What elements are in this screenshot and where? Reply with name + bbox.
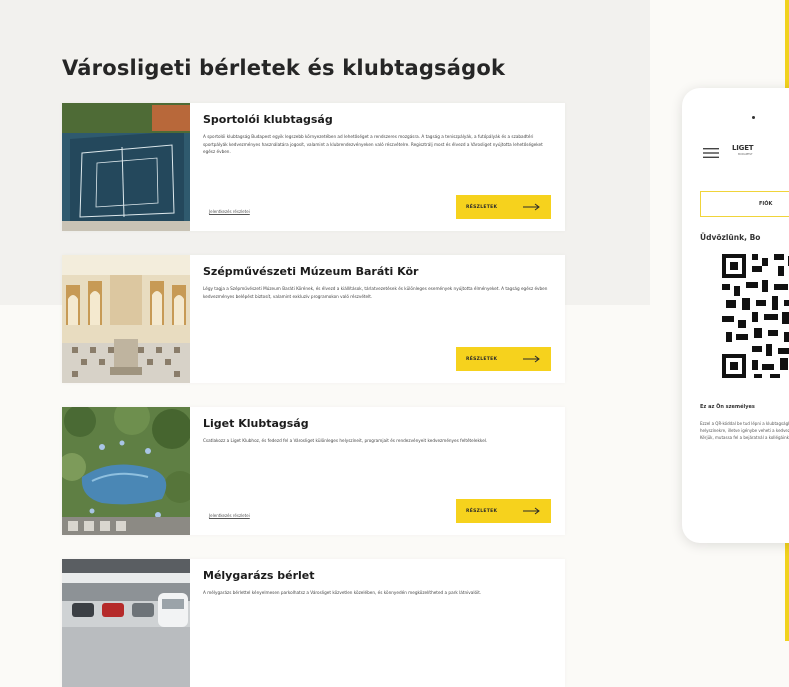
- qr-caption: Ez az Ön személyes: [700, 404, 755, 410]
- card-meta-link[interactable]: Jelentkezés részletei: [209, 513, 250, 518]
- card-title: Mélygarázs bérlet: [203, 569, 315, 582]
- card-title: Szépművészeti Múzeum Baráti Kör: [203, 265, 419, 278]
- card-description: Légy tagja a Szépművészeti Múzeum Baráti…: [203, 286, 548, 299]
- qr-instructions: Ezzel a QR-kóddal be tud lépni a klubtag…: [700, 421, 789, 440]
- arrow-right-icon: [523, 203, 540, 211]
- card-body: Sportolói klubtagság A sportolói klubtag…: [203, 113, 553, 156]
- camera-dot: [752, 116, 755, 119]
- brand-subtitle: BUDAPEST: [738, 152, 753, 156]
- welcome-greeting: Üdvözlünk, Bo: [700, 233, 761, 242]
- card-meta-link[interactable]: Jelentkezés részletei: [209, 209, 250, 214]
- card-image-museum-hall: [62, 255, 190, 383]
- details-button[interactable]: RÉSZLETEK: [456, 499, 551, 523]
- card-body: Liget Klubtagság Csatlakozz a Liget Klub…: [203, 417, 553, 445]
- card-body: Mélygarázs bérlet A mélygarázs bérlettel…: [203, 569, 553, 597]
- card-description: A mélygarázs bérlettel kényelmesen parko…: [203, 590, 482, 595]
- card-title: Liget Klubtagság: [203, 417, 309, 430]
- hamburger-menu-icon[interactable]: [703, 148, 719, 158]
- account-button[interactable]: FIÓK: [700, 191, 789, 217]
- card-description: A sportolói klubtagság Budapest egyik le…: [203, 134, 543, 155]
- membership-card-liget: Liget Klubtagság Csatlakozz a Liget Klub…: [62, 407, 565, 535]
- arrow-right-icon: [523, 507, 540, 515]
- details-button-label: RÉSZLETEK: [466, 356, 498, 362]
- membership-card-sport: Sportolói klubtagság A sportolói klubtag…: [62, 103, 565, 231]
- page-title: Városligeti bérletek és klubtagságok: [62, 56, 506, 80]
- card-image-tennis-court: [62, 103, 190, 231]
- details-button[interactable]: RÉSZLETEK: [456, 195, 551, 219]
- phone-mockup: LIGET BUDAPEST FIÓK Üdvözlünk, Bo Ez az …: [682, 88, 789, 543]
- brand-name: LIGET: [732, 144, 754, 152]
- card-title: Sportolói klubtagság: [203, 113, 333, 126]
- brand-logo[interactable]: LIGET BUDAPEST: [732, 144, 754, 156]
- arrow-right-icon: [523, 355, 540, 363]
- details-button-label: RÉSZLETEK: [466, 204, 498, 210]
- card-description: Csatlakozz a Liget Klubhoz, és fedezd fe…: [203, 438, 488, 443]
- card-image-park-aerial: [62, 407, 190, 535]
- card-body: Szépművészeti Múzeum Baráti Kör Légy tag…: [203, 265, 553, 300]
- details-button-label: RÉSZLETEK: [466, 508, 498, 514]
- qr-code-icon: [722, 254, 789, 390]
- card-image-parking-garage: [62, 559, 190, 687]
- membership-card-garage: Mélygarázs bérlet A mélygarázs bérlettel…: [62, 559, 565, 687]
- membership-card-museum: Szépművészeti Múzeum Baráti Kör Légy tag…: [62, 255, 565, 383]
- details-button[interactable]: RÉSZLETEK: [456, 347, 551, 371]
